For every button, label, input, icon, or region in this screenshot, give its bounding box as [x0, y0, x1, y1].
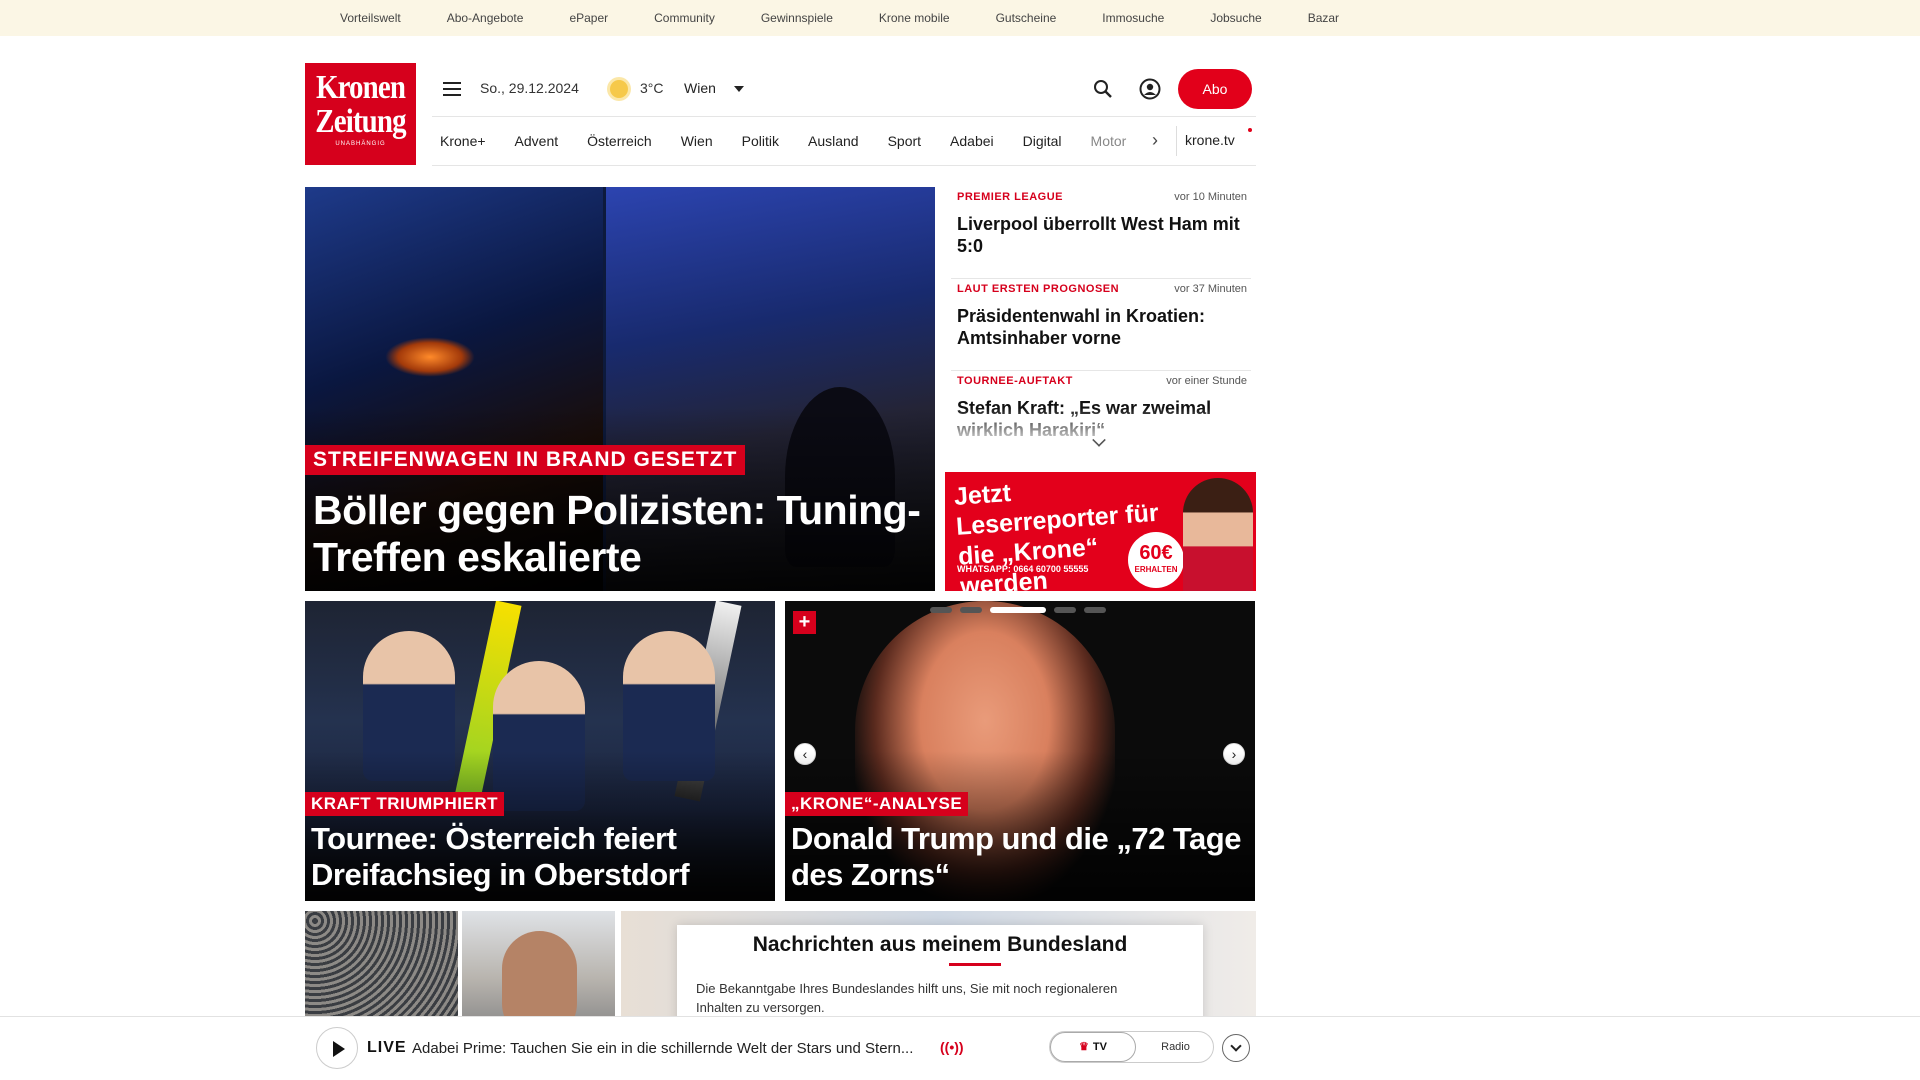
ticker-category: PREMIER LEAGUE — [957, 191, 1064, 203]
menu-icon[interactable] — [443, 82, 461, 96]
article-card-carousel[interactable]: + ‹ › „KRONE“-ANALYSE Donald Trump und d… — [785, 601, 1255, 901]
nav-item-wien[interactable]: Wien — [681, 133, 713, 149]
search-icon[interactable] — [1093, 79, 1113, 99]
user-icon[interactable] — [1139, 78, 1161, 100]
nav-item-adabei[interactable]: Adabei — [950, 133, 994, 149]
card-title[interactable]: Tournee: Österreich feiert Dreifachsieg … — [311, 821, 766, 893]
card-kicker: KRAFT TRIUMPHIERT — [305, 792, 504, 816]
utility-link-immosuche[interactable]: Immosuche — [1102, 11, 1164, 25]
logo-line-2: Zeitung — [315, 103, 406, 140]
ad-badge-text: ERHALTEN — [1134, 565, 1178, 574]
tv-label: TV — [1092, 1041, 1107, 1053]
carousel-dot[interactable] — [1054, 607, 1076, 613]
carousel-dot-active[interactable] — [990, 607, 1046, 613]
live-dot — [1248, 128, 1252, 132]
hero-title[interactable]: Böller gegen Polizisten: Tuning-Treffen … — [313, 487, 923, 581]
nav-item-politik[interactable]: Politik — [742, 133, 779, 149]
ticker-item[interactable]: PREMIER LEAGUE vor 10 Minuten Liverpool … — [951, 187, 1251, 279]
carousel-dot[interactable] — [930, 607, 952, 613]
krone-plus-badge: + — [793, 611, 816, 634]
hero-kicker: STREIFENWAGEN IN BRAND GESETZT — [305, 445, 746, 475]
nav-item-advent[interactable]: Advent — [515, 133, 559, 149]
ticker-category: LAUT ERSTEN PROGNOSEN — [957, 283, 1120, 295]
broadcast-icon: ((•)) — [940, 1039, 964, 1055]
ad-badge-amount: 60€ — [1139, 542, 1173, 564]
utility-link-bazar[interactable]: Bazar — [1308, 11, 1339, 25]
utility-link-epaper[interactable]: ePaper — [569, 11, 608, 25]
title-underline — [949, 963, 1001, 966]
ad-model-image — [1183, 478, 1253, 591]
nav-item-kroneplus[interactable]: Krone+ — [440, 133, 486, 149]
utility-link-community[interactable]: Community — [654, 11, 715, 25]
nav-item-digital[interactable]: Digital — [1023, 133, 1062, 149]
temperature: 3°C — [640, 80, 664, 96]
divider — [1176, 126, 1177, 156]
play-icon[interactable] — [316, 1027, 358, 1069]
carousel-dot[interactable] — [1084, 607, 1106, 613]
nav-item-sport[interactable]: Sport — [888, 133, 921, 149]
live-player-bar: LIVE Adabei Prime: Tauchen Sie ein in di… — [0, 1016, 1920, 1080]
utility-link-jobsuche[interactable]: Jobsuche — [1210, 11, 1261, 25]
top-utility-bar: Vorteilswelt Abo-Angebote ePaper Communi… — [0, 0, 1920, 36]
utility-link-vorteilswelt[interactable]: Vorteilswelt — [340, 11, 401, 25]
ticker-headline[interactable]: Präsidentenwahl in Kroatien: Amtsinhaber… — [957, 305, 1247, 349]
article-card[interactable]: KRAFT TRIUMPHIERT Tournee: Österreich fe… — [305, 601, 775, 901]
utility-link-gutscheine[interactable]: Gutscheine — [996, 11, 1057, 25]
hero-article[interactable]: STREIFENWAGEN IN BRAND GESETZT Böller ge… — [305, 187, 935, 591]
nav-item-oesterreich[interactable]: Österreich — [587, 133, 652, 149]
card-title[interactable]: Donald Trump und die „72 Tage des Zorns“ — [791, 821, 1246, 893]
crown-icon: ♛ — [1079, 1041, 1089, 1053]
ticker-time: vor 37 Minuten — [1174, 283, 1247, 295]
abo-button[interactable]: Abo — [1178, 69, 1252, 109]
nav-item-ausland[interactable]: Ausland — [808, 133, 859, 149]
nav-item-krone-tv[interactable]: krone.tv — [1185, 132, 1235, 148]
live-stream-title[interactable]: Adabei Prime: Tauchen Sie ein in die sch… — [412, 1040, 932, 1057]
live-label: LIVE — [367, 1039, 407, 1056]
main-nav: Krone+ Advent Österreich Wien Politik Au… — [440, 128, 1153, 154]
chevron-down-icon[interactable] — [1222, 1034, 1250, 1062]
chevron-right-icon[interactable]: › — [1152, 130, 1158, 151]
fire-glow — [385, 337, 475, 377]
ad-banner-leserreporter[interactable]: Jetzt Leserreporter für die „Krone“ werd… — [945, 472, 1256, 591]
ticker-headline[interactable]: Liverpool überrollt West Ham mit 5:0 — [957, 213, 1247, 257]
ticker-time: vor 10 Minuten — [1174, 191, 1247, 203]
media-toggle: ♛ TV Radio — [1049, 1031, 1214, 1063]
region-dialog-title: Nachrichten aus meinem Bundesland — [752, 933, 1128, 956]
utility-link-abo-angebote[interactable]: Abo-Angebote — [447, 11, 524, 25]
divider — [432, 116, 1256, 117]
tv-toggle[interactable]: ♛ TV — [1050, 1032, 1136, 1062]
sun-icon — [610, 80, 628, 98]
ticker-item[interactable]: LAUT ERSTEN PROGNOSEN vor 37 Minuten Prä… — [951, 279, 1251, 371]
carousel-dots — [930, 607, 1114, 613]
divider — [432, 165, 1256, 166]
city-select[interactable]: Wien — [684, 80, 716, 96]
ad-whatsapp: WHATSAPP: 0664 60700 55555 — [957, 564, 1089, 574]
ticker-category: TOURNEE-AUFTAKT — [957, 375, 1073, 387]
utility-link-krone-mobile[interactable]: Krone mobile — [879, 11, 950, 25]
region-dialog-text: Die Bekanntgabe Ihres Bundeslandes hilft… — [696, 981, 1118, 1015]
ticker-time: vor einer Stunde — [1166, 375, 1247, 387]
card-kicker: „KRONE“-ANALYSE — [785, 792, 969, 816]
utility-links: Vorteilswelt Abo-Angebote ePaper Communi… — [340, 0, 1385, 36]
carousel-dot[interactable] — [960, 607, 982, 613]
kronen-zeitung-logo[interactable]: Kronen Zeitung UNABHÄNGIG — [305, 63, 416, 165]
ad-badge: 60€ ERHALTEN — [1128, 532, 1184, 588]
utility-link-gewinnspiele[interactable]: Gewinnspiele — [761, 11, 833, 25]
radio-toggle[interactable]: Radio — [1136, 1032, 1215, 1062]
current-date: So., 29.12.2024 — [480, 80, 579, 96]
chevron-down-icon[interactable] — [734, 86, 744, 92]
logo-tagline: UNABHÄNGIG — [335, 141, 386, 147]
logo-line-1: Kronen — [315, 69, 406, 106]
nav-item-motor[interactable]: Motor — [1091, 133, 1127, 149]
